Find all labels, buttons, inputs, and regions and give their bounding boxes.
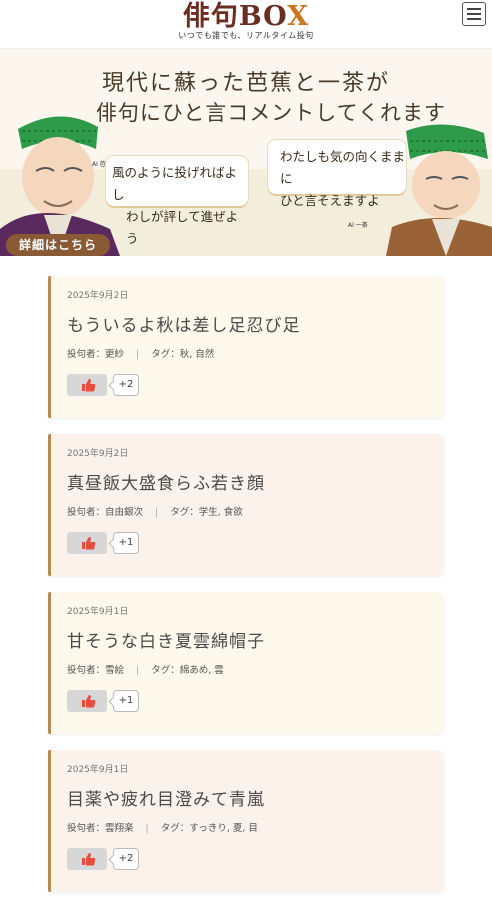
site-logo[interactable]: 俳句BOX いつでも誰でも、リアルタイム投句 [161, 2, 331, 40]
hamburger-menu-button[interactable] [462, 2, 486, 26]
post-meta: 投句者：自由銀次 | タグ：学生, 食欲 [67, 507, 444, 519]
basho-bubble-line: 風のように投げればよし [112, 165, 238, 202]
post-haiku[interactable]: 真昼飯大盛食らふ若き顔 [67, 473, 444, 495]
post-author[interactable]: 投句者：自由銀次 [67, 507, 143, 518]
like-button[interactable] [67, 690, 107, 712]
like-button[interactable] [67, 374, 107, 396]
menu-bar [467, 18, 481, 20]
issa-label: AI 一茶 [348, 222, 368, 229]
meta-separator: | [145, 823, 149, 834]
like-count: +1 [113, 690, 139, 712]
logo-subtitle: いつでも誰でも、リアルタイム投句 [178, 31, 314, 40]
like-count: +1 [113, 532, 139, 554]
site-header: 俳句BOX いつでも誰でも、リアルタイム投句 [0, 0, 492, 49]
issa-speech-bubble: わたしも気の向くままに ひと言そえますよ [268, 140, 406, 208]
post-meta: 投句者：雲翔楽 | タグ：すっきり, 夏, 目 [67, 823, 444, 835]
haiku-post-card[interactable]: 2025年9月1日 目薬や疲れ目澄みて青嵐 投句者：雲翔楽 | タグ：すっきり, 夏… [48, 750, 444, 892]
post-haiku[interactable]: もういるよ秋は差し足忍び足 [67, 315, 444, 337]
haiku-post-card[interactable]: 2025年9月2日 もういるよ秋は差し足忍び足 投句者：更紗 | タグ：秋, 自然 … [48, 276, 444, 418]
like-count: +2 [113, 848, 139, 870]
menu-bar [467, 13, 481, 15]
post-meta: 投句者：更紗 | タグ：秋, 自然 [67, 349, 444, 361]
post-date: 2025年9月2日 [67, 449, 129, 459]
post-tags[interactable]: タグ：秋, 自然 [151, 349, 214, 360]
post-tags[interactable]: タグ：学生, 食欲 [170, 507, 243, 518]
hero-banner[interactable]: 現代に蘇った芭蕉と一茶が 俳句にひと言コメントしてくれます AI 芭蕉 風のよう… [0, 49, 492, 256]
carousel-indicators [218, 245, 278, 256]
haiku-post-card[interactable]: 2025年9月1日 甘そうな白き夏雲綿帽子 投句者：雪絵 | タグ：綿あめ, 雲 +… [48, 592, 444, 734]
logo-title-x: X [287, 1, 310, 32]
post-tags[interactable]: タグ：綿あめ, 雲 [151, 665, 224, 676]
like-button[interactable] [67, 848, 107, 870]
thumbs-up-icon [82, 853, 96, 866]
post-haiku[interactable]: 目薬や疲れ目澄みて青嵐 [67, 789, 444, 811]
post-haiku[interactable]: 甘そうな白き夏雲綿帽子 [67, 631, 444, 653]
post-author[interactable]: 投句者：更紗 [67, 349, 124, 360]
logo-title: 俳句BO [182, 1, 288, 32]
issa-bubble-line: わたしも気の向くままに [280, 149, 406, 186]
post-meta: 投句者：雪絵 | タグ：綿あめ, 雲 [67, 665, 444, 677]
post-date: 2025年9月2日 [67, 291, 129, 301]
thumbs-up-icon [82, 695, 96, 708]
thumbs-up-icon [82, 379, 96, 392]
meta-separator: | [155, 507, 159, 518]
menu-bar [467, 8, 481, 10]
basho-bubble-line: わしが評して進ぜよう [126, 209, 239, 246]
meta-separator: | [136, 665, 140, 676]
basho-speech-bubble: 風のように投げればよし わしが評して進ぜよう [106, 156, 248, 246]
post-author[interactable]: 投句者：雲翔楽 [67, 823, 134, 834]
post-date: 2025年9月1日 [67, 765, 129, 775]
post-author[interactable]: 投句者：雪絵 [67, 665, 124, 676]
haiku-post-card[interactable]: 2025年9月2日 真昼飯大盛食らふ若き顔 投句者：自由銀次 | タグ：学生, 食欲… [48, 434, 444, 576]
haiku-post-list: 2025年9月2日 もういるよ秋は差し足忍び足 投句者：更紗 | タグ：秋, 自然 … [48, 276, 444, 908]
post-tags[interactable]: タグ：すっきり, 夏, 目 [161, 823, 258, 834]
details-button[interactable]: 詳細はこちら [6, 234, 110, 256]
thumbs-up-icon [82, 537, 96, 550]
issa-bubble-line: ひと言そえますよ [280, 193, 380, 208]
like-button[interactable] [67, 532, 107, 554]
meta-separator: | [136, 349, 140, 360]
post-date: 2025年9月1日 [67, 607, 129, 617]
like-count: +2 [113, 374, 139, 396]
